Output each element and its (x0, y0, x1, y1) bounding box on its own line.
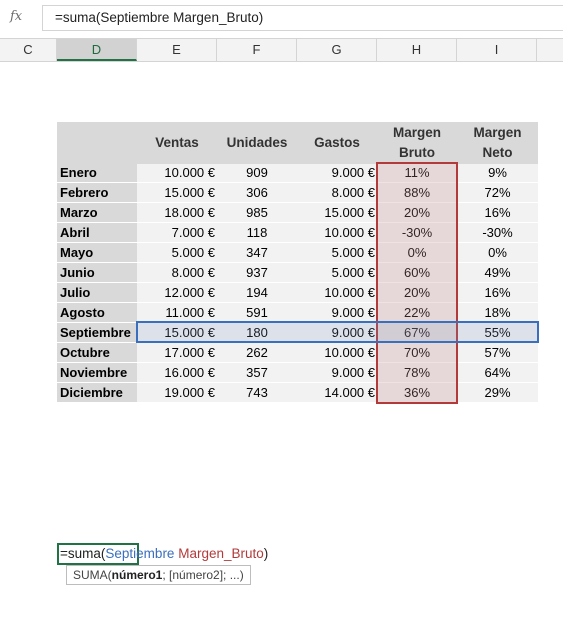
table-row: Agosto 11.000 €591 9.000 €22% 18% (57, 303, 538, 323)
table-row: Mayo 5.000 €347 5.000 €0% 0% (57, 243, 538, 263)
cell-ventas[interactable]: 10.000 € (137, 163, 215, 183)
function-fx-icon[interactable]: fx (10, 9, 30, 29)
cell-gastos[interactable]: 9.000 € (297, 303, 375, 323)
cell-month[interactable]: Septiembre (60, 323, 137, 343)
header-margen-bruto-line2[interactable]: Bruto (377, 143, 457, 163)
cell-gastos[interactable]: 9.000 € (297, 163, 375, 183)
table-row: Octubre 17.000 €262 10.000 €70% 57% (57, 343, 538, 363)
cell-month[interactable]: Mayo (60, 243, 137, 263)
formula-input[interactable]: =suma(Septiembre Margen_Bruto) (42, 5, 563, 31)
header-gastos[interactable]: Gastos (297, 133, 377, 153)
cell-unidades[interactable]: 743 (217, 383, 297, 403)
tooltip-current-arg: número1 (111, 568, 163, 582)
table-row: Junio 8.000 €937 5.000 €60% 49% (57, 263, 538, 283)
column-header-row: C D E F G H I (0, 38, 563, 62)
cell-ventas[interactable]: 11.000 € (137, 303, 215, 323)
cell-unidades[interactable]: 591 (217, 303, 297, 323)
cell-ventas[interactable]: 8.000 € (137, 263, 215, 283)
cell-unidades[interactable]: 909 (217, 163, 297, 183)
column-header-g[interactable]: G (297, 39, 377, 61)
cell-unidades[interactable]: 347 (217, 243, 297, 263)
formula-ref-septiembre: Septiembre (105, 546, 175, 561)
cell-margen-neto[interactable]: 57% (457, 343, 538, 363)
cell-month[interactable]: Julio (60, 283, 137, 303)
cell-month[interactable]: Marzo (60, 203, 137, 223)
cell-month[interactable]: Febrero (60, 183, 137, 203)
cell-unidades[interactable]: 357 (217, 363, 297, 383)
tooltip-rest: ; [número2]; ...) (162, 568, 244, 582)
cell-month[interactable]: Abril (60, 223, 137, 243)
cell-ventas[interactable]: 19.000 € (137, 383, 215, 403)
cell-unidades[interactable]: 985 (217, 203, 297, 223)
column-header-e[interactable]: E (137, 39, 217, 61)
data-table: Ventas Unidades Gastos Margen Bruto Marg… (57, 122, 539, 404)
formula-prefix: =suma( (60, 546, 106, 561)
cell-ventas[interactable]: 18.000 € (137, 203, 215, 223)
column-header-i[interactable]: I (457, 39, 537, 61)
cell-margen-neto[interactable]: 0% (457, 243, 538, 263)
cell-ventas[interactable]: 12.000 € (137, 283, 215, 303)
formula-bar: fx =suma(Septiembre Margen_Bruto) (0, 0, 563, 38)
cell-margen-neto[interactable]: 49% (457, 263, 538, 283)
cell-edit-text[interactable]: =suma(Septiembre Margen_Bruto) (60, 545, 268, 563)
cell-gastos[interactable]: 5.000 € (297, 263, 375, 283)
tooltip-function: SUMA( (73, 568, 112, 582)
cell-margen-neto[interactable]: 18% (457, 303, 538, 323)
cell-month[interactable]: Junio (60, 263, 137, 283)
header-ventas[interactable]: Ventas (137, 133, 217, 153)
column-header-h[interactable]: H (377, 39, 457, 61)
cell-gastos[interactable]: 14.000 € (297, 383, 375, 403)
header-margen-neto-line2[interactable]: Neto (457, 143, 538, 163)
cell-ventas[interactable]: 5.000 € (137, 243, 215, 263)
cell-margen-neto[interactable]: 29% (457, 383, 538, 403)
cell-month[interactable]: Diciembre (60, 383, 137, 403)
formula-suffix: ) (263, 546, 269, 561)
formula-ref-margen-bruto: Margen_Bruto (178, 546, 264, 561)
cell-month[interactable]: Noviembre (60, 363, 137, 383)
margen-bruto-range-highlight (376, 162, 458, 404)
cell-unidades[interactable]: 306 (217, 183, 297, 203)
header-margen-bruto-line1[interactable]: Margen (377, 123, 457, 143)
cell-gastos[interactable]: 10.000 € (297, 283, 375, 303)
cell-gastos[interactable]: 15.000 € (297, 203, 375, 223)
column-header-next[interactable] (537, 39, 563, 61)
column-header-c[interactable]: C (0, 39, 57, 61)
cell-ventas[interactable]: 7.000 € (137, 223, 215, 243)
header-margen-neto-line1[interactable]: Margen (457, 123, 538, 143)
cell-margen-neto[interactable]: 64% (457, 363, 538, 383)
table-row: Marzo 18.000 €985 15.000 €20% 16% (57, 203, 538, 223)
cell-gastos[interactable]: 9.000 € (297, 363, 375, 383)
cell-gastos[interactable]: 5.000 € (297, 243, 375, 263)
cell-month[interactable]: Agosto (60, 303, 137, 323)
cell-unidades[interactable]: 262 (217, 343, 297, 363)
cell-gastos[interactable]: 10.000 € (297, 343, 375, 363)
cell-ventas[interactable]: 17.000 € (137, 343, 215, 363)
table-row: Abril 7.000 €118 10.000 € -30% -30% (57, 223, 538, 243)
cell-unidades[interactable]: 118 (217, 223, 297, 243)
cell-gastos[interactable]: 8.000 € (297, 183, 375, 203)
cell-gastos[interactable]: 10.000 € (297, 223, 375, 243)
cell-unidades[interactable]: 937 (217, 263, 297, 283)
cell-margen-neto[interactable]: 16% (457, 283, 538, 303)
function-tooltip[interactable]: SUMA(número1; [número2]; ...) (66, 565, 251, 585)
cell-margen-neto[interactable]: 16% (457, 203, 538, 223)
table-row: Julio 12.000 €194 10.000 €20% 16% (57, 283, 538, 303)
cell-margen-neto[interactable]: -30% (457, 223, 538, 243)
header-unidades[interactable]: Unidades (217, 133, 297, 153)
cell-ventas[interactable]: 15.000 € (137, 183, 215, 203)
column-header-d[interactable]: D (57, 39, 137, 61)
cell-ventas[interactable]: 16.000 € (137, 363, 215, 383)
cell-unidades[interactable]: 194 (217, 283, 297, 303)
cell-margen-neto[interactable]: 9% (457, 163, 538, 183)
cell-month[interactable]: Octubre (60, 343, 137, 363)
table-row: Febrero 15.000 €306 8.000 €88% 72% (57, 183, 538, 203)
table-row: Diciembre 19.000 €743 14.000 €36% 29% (57, 383, 538, 403)
septiembre-range-highlight (136, 321, 539, 343)
cell-month[interactable]: Enero (60, 163, 137, 183)
cell-margen-neto[interactable]: 72% (457, 183, 538, 203)
table-row: Noviembre 16.000 €357 9.000 €78% 64% (57, 363, 538, 383)
column-header-f[interactable]: F (217, 39, 297, 61)
table-row: Enero 10.000 €909 9.000 €11% 9% (57, 163, 538, 183)
